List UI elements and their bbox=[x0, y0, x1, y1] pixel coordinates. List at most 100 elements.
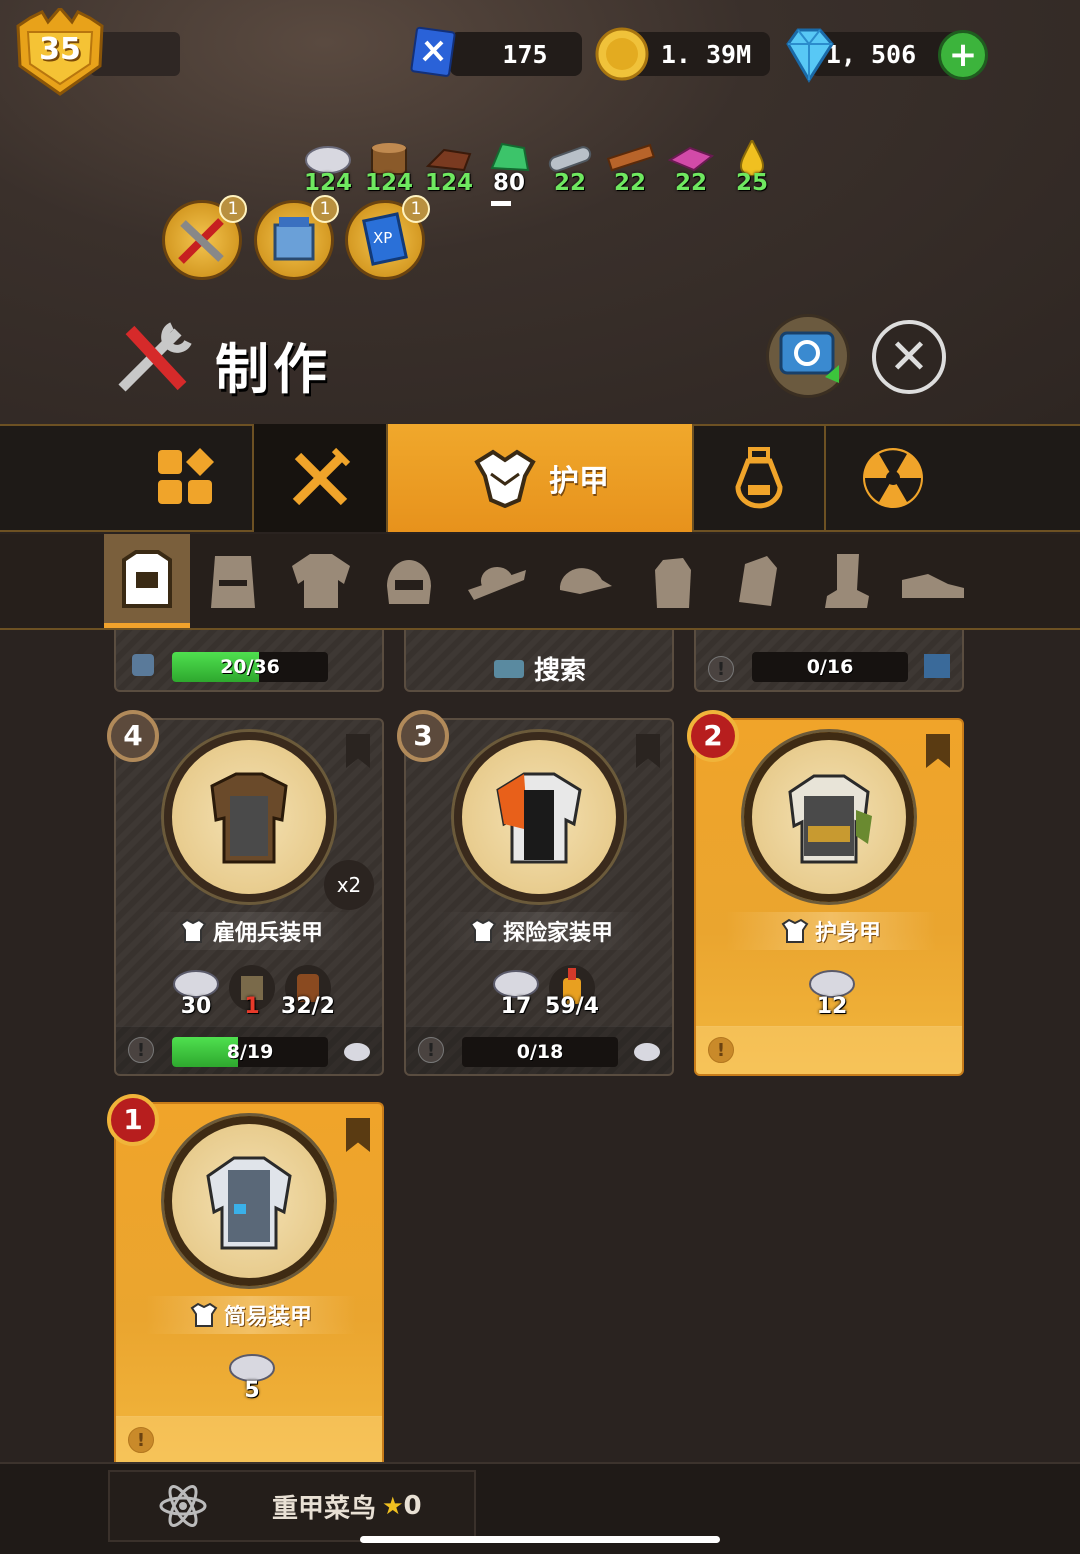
workbench-button[interactable]: 1 bbox=[254, 195, 339, 280]
subtab-helmet[interactable] bbox=[366, 534, 452, 628]
warning-icon: ! bbox=[418, 1037, 444, 1063]
material-count: 22 bbox=[674, 170, 707, 196]
svg-text:XP: XP bbox=[373, 229, 392, 247]
subtab-boots[interactable] bbox=[802, 534, 888, 628]
star-icon: ★ bbox=[382, 1492, 404, 1520]
material-count: 124 bbox=[303, 170, 352, 196]
item-name-text: 简易装甲 bbox=[223, 1305, 312, 1330]
subtab-gloves[interactable] bbox=[628, 534, 714, 628]
item-name: 护身甲 bbox=[726, 912, 936, 950]
close-icon: ✕ bbox=[888, 329, 930, 385]
shoe-icon bbox=[902, 574, 964, 598]
rank-title: 重甲菜鸟 bbox=[272, 1493, 377, 1524]
coin-count: 1. 39M bbox=[660, 39, 752, 69]
crafting-icon bbox=[112, 318, 196, 398]
item-name: 雇佣兵装甲 bbox=[146, 912, 356, 950]
subtab-gauntlet[interactable] bbox=[714, 534, 800, 628]
diamond-icon bbox=[780, 24, 838, 84]
mercenary-armor-icon bbox=[210, 772, 288, 864]
material-leather: 124 bbox=[420, 140, 478, 200]
subtab-jacket[interactable] bbox=[278, 534, 364, 628]
progress-text: 0/16 bbox=[806, 656, 854, 678]
tab-radiation[interactable] bbox=[826, 424, 960, 532]
material-plastic: 80 bbox=[480, 140, 538, 200]
cost-value: 59/4 bbox=[545, 994, 599, 1019]
material-fuel: 25 bbox=[723, 140, 781, 200]
vest-icon bbox=[122, 549, 172, 608]
cost-item: 32/2 bbox=[278, 964, 338, 1024]
item-name-text: 探险家装甲 bbox=[502, 921, 613, 946]
add-gems-button[interactable]: + bbox=[938, 30, 988, 80]
subtab-body-armor[interactable] bbox=[104, 534, 190, 628]
item-name-text: 雇佣兵装甲 bbox=[212, 921, 323, 946]
recipe-card-simple-armor[interactable]: 简易装甲 5 ! bbox=[114, 1102, 384, 1464]
tv-exchange-button[interactable] bbox=[766, 314, 850, 398]
bookmark-icon[interactable] bbox=[346, 1118, 370, 1152]
material-count: 25 bbox=[735, 170, 768, 196]
armor-icon bbox=[474, 449, 536, 508]
notification-badge: 1 bbox=[311, 195, 339, 223]
grid-icon bbox=[158, 448, 214, 504]
card-rank-badge: 1 bbox=[107, 1094, 159, 1146]
subtab-vest[interactable] bbox=[190, 534, 276, 628]
cost-list: 30 1 32/2 bbox=[116, 964, 382, 1024]
armor-small-icon bbox=[179, 918, 207, 943]
item-portrait bbox=[164, 1116, 334, 1286]
partial-card[interactable]: ! 0/16 bbox=[694, 630, 964, 692]
notification-badge: 1 bbox=[402, 195, 430, 223]
warning-icon: ! bbox=[708, 656, 734, 682]
cloth-icon bbox=[342, 1037, 372, 1065]
xp-book-button[interactable]: XP 1 bbox=[345, 195, 430, 280]
subtab-hat[interactable] bbox=[454, 534, 540, 628]
star-count: 0 bbox=[403, 1491, 422, 1521]
page-title: 制作 bbox=[215, 338, 331, 401]
crafter-rank-panel[interactable]: 重甲菜鸟 ★ 0 bbox=[108, 1470, 476, 1542]
bookmark-icon[interactable] bbox=[636, 734, 660, 768]
recipe-card-explorer[interactable]: 探险家装甲 17 59/4 ! 0/18 bbox=[404, 718, 674, 1076]
partial-card[interactable]: 搜索 bbox=[404, 630, 674, 692]
material-plank: 22 bbox=[601, 140, 659, 200]
glove-icon bbox=[655, 558, 691, 608]
item-name: 探险家装甲 bbox=[436, 912, 646, 950]
close-button[interactable]: ✕ bbox=[872, 320, 946, 394]
potion-icon bbox=[735, 447, 783, 509]
item-portrait bbox=[454, 732, 624, 902]
recipe-card-mercenary[interactable]: x2 雇佣兵装甲 30 1 32/2 ! 8/19 bbox=[114, 718, 384, 1076]
player-level-badge[interactable]: 35 bbox=[12, 5, 108, 96]
cost-value: 5 bbox=[244, 1378, 260, 1403]
tab-weapons[interactable] bbox=[254, 424, 388, 532]
subtab-cap[interactable] bbox=[540, 534, 626, 628]
tab-consumables[interactable] bbox=[694, 424, 826, 532]
card-rank-badge: 3 bbox=[397, 710, 449, 762]
cap-icon bbox=[559, 568, 612, 594]
progress-text: 8/19 bbox=[226, 1041, 274, 1063]
warning-icon: ! bbox=[708, 1037, 734, 1063]
multiplier-badge: x2 bbox=[324, 860, 374, 910]
tactical-vest-icon bbox=[211, 556, 255, 608]
cost-item: 12 bbox=[802, 964, 862, 1024]
cost-list: 12 bbox=[696, 964, 962, 1024]
material-wood: 124 bbox=[360, 140, 418, 200]
cost-item: 5 bbox=[222, 1348, 282, 1408]
tab-armor[interactable]: 护甲 bbox=[388, 424, 694, 532]
bookmark-icon[interactable] bbox=[926, 734, 950, 768]
material-count: 22 bbox=[613, 170, 646, 196]
partial-card[interactable]: 20/36 bbox=[114, 630, 384, 692]
progress-text: 20/36 bbox=[220, 656, 280, 678]
armor-part-icon bbox=[126, 650, 160, 680]
tv-refresh-icon bbox=[779, 331, 839, 383]
blueprint-count: 175 bbox=[502, 39, 548, 69]
cost-list: 5 bbox=[116, 1348, 382, 1408]
explorer-armor-icon bbox=[496, 772, 582, 864]
recipe-card-body-armor[interactable]: 护身甲 12 ! bbox=[694, 718, 964, 1076]
bookmark-icon[interactable] bbox=[346, 734, 370, 768]
craft-tools-button[interactable]: 1 bbox=[162, 195, 247, 280]
hat-icon bbox=[468, 566, 526, 600]
coin-icon bbox=[594, 26, 650, 82]
helmet-icon bbox=[387, 560, 431, 604]
armor-small-icon bbox=[469, 918, 497, 943]
boot-icon bbox=[825, 554, 869, 608]
home-indicator bbox=[360, 1536, 720, 1543]
subtab-shoes[interactable] bbox=[890, 534, 976, 628]
tab-all[interactable] bbox=[120, 424, 254, 532]
